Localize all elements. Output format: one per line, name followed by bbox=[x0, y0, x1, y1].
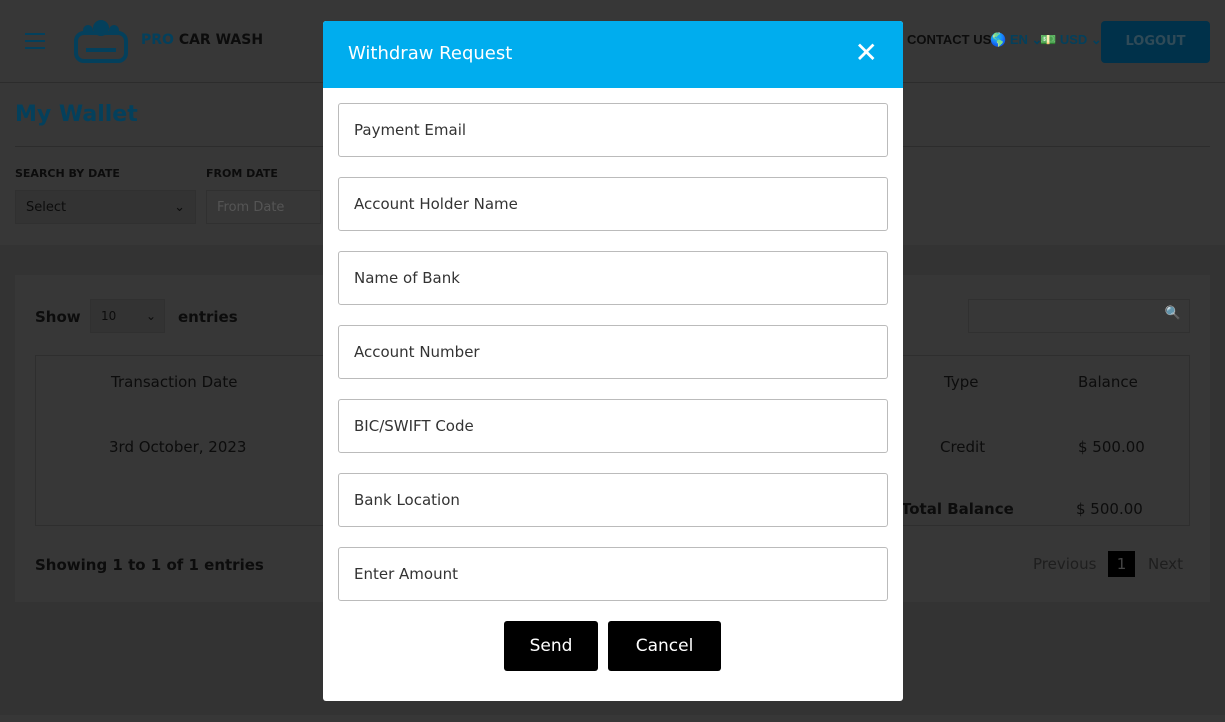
from-date-label: FROM DATE bbox=[206, 167, 278, 180]
swift-code-field[interactable] bbox=[338, 399, 888, 453]
search-input[interactable]: 🔍 bbox=[968, 299, 1190, 333]
search-by-date-label: SEARCH BY DATE bbox=[15, 167, 120, 180]
payment-email-field[interactable] bbox=[338, 103, 888, 157]
account-number-field[interactable] bbox=[338, 325, 888, 379]
next-button[interactable]: Next bbox=[1148, 555, 1183, 573]
account-holder-name-field[interactable] bbox=[338, 177, 888, 231]
logout-button[interactable]: LOGOUT bbox=[1101, 21, 1210, 63]
chevron-down-icon: ⌄ bbox=[174, 200, 185, 215]
cancel-button[interactable]: Cancel bbox=[608, 621, 721, 671]
bank-location-field[interactable] bbox=[338, 473, 888, 527]
from-date-input[interactable]: From Date bbox=[206, 190, 321, 224]
page-1-button[interactable]: 1 bbox=[1108, 551, 1135, 577]
previous-button[interactable]: Previous bbox=[1033, 555, 1096, 573]
currency-select[interactable]: 💵 USD ⌄ bbox=[1040, 32, 1102, 48]
nav-contact-us[interactable]: CONTACT US bbox=[907, 32, 991, 47]
entries-select[interactable]: 10 ⌄ bbox=[90, 299, 165, 333]
menu-icon[interactable] bbox=[25, 33, 45, 49]
search-icon: 🔍 bbox=[1164, 306, 1181, 321]
amount-field[interactable] bbox=[338, 547, 888, 601]
withdraw-request-modal: Withdraw Request ✕ Send Cancel bbox=[323, 21, 903, 701]
send-button[interactable]: Send bbox=[504, 621, 598, 671]
chevron-down-icon: ⌄ bbox=[145, 309, 156, 323]
table-info: Showing 1 to 1 of 1 entries bbox=[35, 556, 264, 574]
page-title: My Wallet bbox=[15, 102, 138, 127]
car-wash-logo bbox=[74, 20, 128, 63]
modal-title: Withdraw Request bbox=[323, 21, 903, 88]
globe-icon: 🌎 bbox=[990, 32, 1007, 47]
language-select[interactable]: 🌎 EN ⌄ bbox=[990, 32, 1042, 48]
brand-name: PRO CAR WASH bbox=[141, 32, 264, 48]
close-icon[interactable]: ✕ bbox=[855, 39, 878, 67]
money-icon: 💵 bbox=[1040, 32, 1057, 47]
bank-name-field[interactable] bbox=[338, 251, 888, 305]
search-by-date-select[interactable]: Select ⌄ bbox=[15, 190, 196, 224]
